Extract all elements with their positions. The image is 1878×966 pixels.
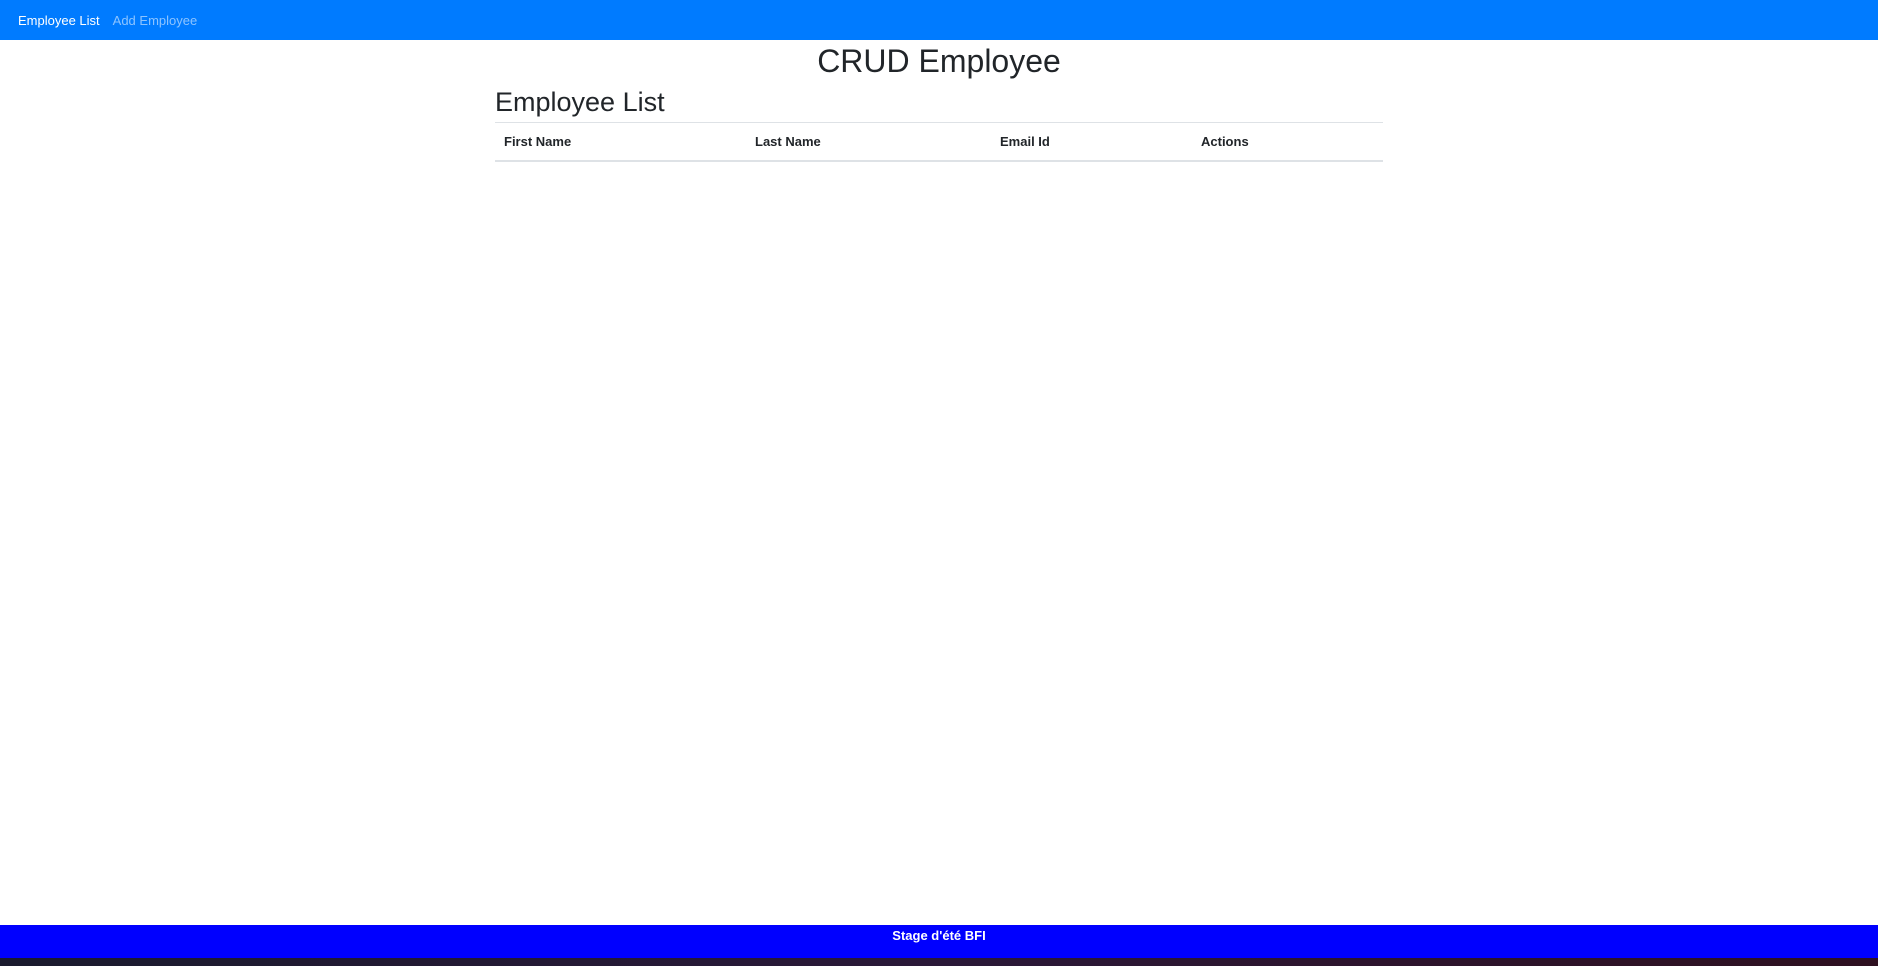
nav-employee-list[interactable]: Employee List <box>18 14 100 27</box>
column-header-email-id: Email Id <box>991 122 1192 162</box>
bottom-strip <box>0 958 1878 966</box>
column-header-first-name: First Name <box>495 122 746 162</box>
employee-table-container: First Name Last Name Email Id Actions <box>495 122 1383 162</box>
section-title: Employee List <box>495 87 665 117</box>
table-header-row: First Name Last Name Email Id Actions <box>495 122 1383 162</box>
employee-table: First Name Last Name Email Id Actions <box>495 122 1383 162</box>
column-header-actions: Actions <box>1192 122 1383 162</box>
nav-add-employee[interactable]: Add Employee <box>113 14 198 27</box>
footer: Stage d'été BFI <box>0 925 1878 958</box>
footer-text: Stage d'été BFI <box>892 928 986 943</box>
column-header-last-name: Last Name <box>746 122 991 162</box>
table-header: First Name Last Name Email Id Actions <box>495 122 1383 162</box>
top-navbar: Employee List Add Employee <box>0 0 1878 40</box>
page-title: CRUD Employee <box>817 43 1061 79</box>
